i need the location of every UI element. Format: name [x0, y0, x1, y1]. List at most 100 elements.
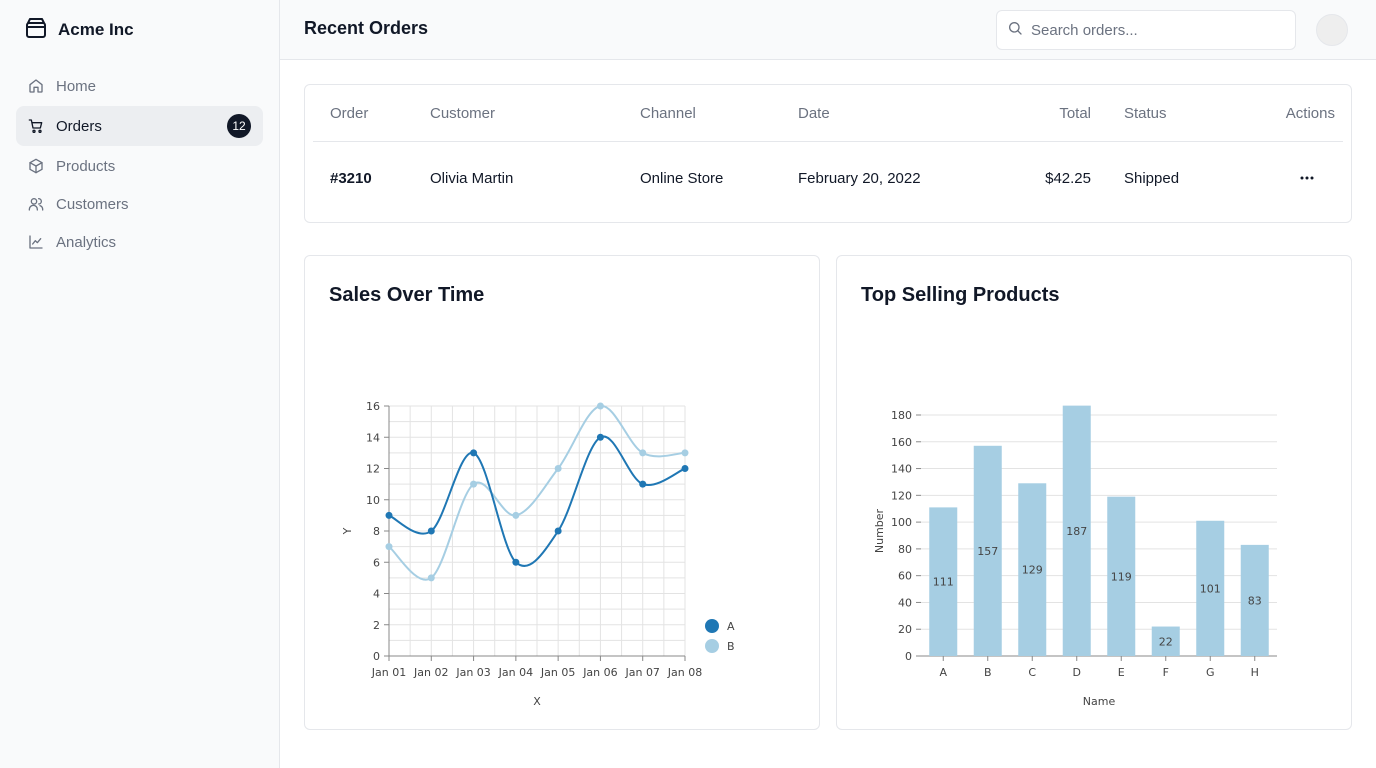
data-point-B	[639, 449, 647, 457]
column-header-customer[interactable]: Customer	[430, 85, 495, 141]
y-tick-label: 80	[898, 543, 912, 556]
y-tick-label: 0	[373, 650, 380, 663]
data-point-A	[639, 480, 647, 488]
sidebar-item-analytics[interactable]: Analytics	[16, 224, 263, 260]
x-tick-label: H	[1251, 666, 1259, 679]
data-point-B	[427, 574, 435, 582]
sidebar-item-customers[interactable]: Customers	[16, 186, 263, 222]
row-actions	[1293, 142, 1335, 214]
order-id: #3210	[330, 169, 372, 187]
x-tick-label: A	[939, 666, 947, 679]
sidebar-item-home[interactable]: Home	[16, 68, 263, 104]
bar-value-label: 129	[1022, 564, 1043, 577]
x-tick-label: E	[1118, 666, 1125, 679]
column-header-date[interactable]: Date	[798, 85, 830, 141]
data-point-A	[427, 527, 435, 535]
more-actions-button[interactable]	[1293, 164, 1321, 192]
sidebar-item-label: Analytics	[56, 233, 117, 251]
bar-value-label: 101	[1200, 582, 1221, 595]
y-tick-label: 16	[366, 400, 380, 413]
x-tick-label: B	[984, 666, 992, 679]
column-header-channel[interactable]: Channel	[640, 85, 696, 141]
y-axis-label: Y	[341, 527, 354, 535]
y-tick-label: 10	[366, 494, 380, 507]
data-point-B	[385, 543, 393, 551]
x-tick-label: Jan 01	[371, 666, 406, 679]
search-box[interactable]	[996, 10, 1296, 50]
y-tick-label: 2	[373, 619, 380, 632]
y-tick-label: 60	[898, 570, 912, 583]
x-tick-label: G	[1206, 666, 1215, 679]
y-tick-label: 100	[891, 516, 912, 529]
orders-table: Order Customer Channel Date Total Status…	[304, 84, 1352, 223]
x-axis-label: Name	[1083, 695, 1116, 708]
brand[interactable]: Acme Inc	[24, 17, 134, 42]
y-tick-label: 12	[366, 463, 380, 476]
sidebar-item-orders[interactable]: Orders 12	[16, 106, 263, 146]
search-icon	[1007, 20, 1023, 41]
y-tick-label: 0	[905, 650, 912, 663]
x-tick-label: F	[1163, 666, 1169, 679]
x-tick-label: Jan 03	[455, 666, 490, 679]
customer-name: Olivia Martin	[430, 169, 514, 187]
x-tick-label: D	[1073, 666, 1081, 679]
bar-value-label: 157	[977, 545, 998, 558]
bar-value-label: 187	[1066, 525, 1087, 538]
data-point-B	[512, 511, 520, 519]
page-title: Recent Orders	[304, 18, 429, 38]
home-icon	[28, 78, 44, 94]
sales-over-time-card: Sales Over Time 0 2 4 6 8 10 12 14 16 Jan 01 Jan 0…	[304, 255, 820, 730]
column-header-total[interactable]: Total	[1059, 85, 1091, 141]
products-bar-chart: 0 20 40 60 80 100 120 140 160 180 111 A 157 B 129 C 187 D…	[873, 405, 1277, 708]
x-tick-label: Jan 05	[540, 666, 575, 679]
sidebar-item-label: Home	[56, 77, 97, 95]
bar-value-label: 83	[1248, 594, 1262, 607]
brand-name: Acme Inc	[58, 20, 134, 39]
legend-marker-A	[705, 619, 719, 633]
data-point-A	[470, 449, 478, 457]
data-point-A	[385, 511, 393, 519]
top-header: Recent Orders	[280, 0, 1376, 60]
x-tick-label: Jan 08	[667, 666, 702, 679]
box-icon	[28, 158, 44, 174]
data-point-A	[512, 558, 520, 566]
y-tick-label: 120	[891, 489, 912, 502]
y-tick-label: 6	[373, 556, 380, 569]
x-axis-label: X	[533, 695, 541, 708]
column-header-status[interactable]: Status	[1124, 85, 1167, 141]
y-tick-label: 140	[891, 463, 912, 476]
y-tick-label: 180	[891, 409, 912, 422]
order-channel: Online Store	[640, 169, 724, 187]
y-tick-label: 40	[898, 596, 912, 609]
search-input[interactable]	[1031, 21, 1271, 39]
x-tick-label: Jan 07	[624, 666, 659, 679]
x-tick-label: Jan 02	[413, 666, 448, 679]
x-tick-label: Jan 06	[582, 666, 617, 679]
top-selling-products-card: Top Selling Products 0 20 40 60 80 100 120 140 1…	[836, 255, 1352, 730]
sidebar-item-label: Products	[56, 157, 116, 175]
y-tick-label: 20	[898, 623, 912, 636]
data-point-A	[554, 527, 562, 535]
cart-icon	[28, 118, 44, 134]
x-tick-label: Jan 04	[498, 666, 533, 679]
sidebar-item-products[interactable]: Products	[16, 148, 263, 184]
data-point-B	[470, 480, 478, 488]
data-point-A	[681, 465, 689, 472]
bar-value-label: 111	[933, 576, 954, 589]
table-row[interactable]: #3210 Olivia Martin Online Store Februar…	[313, 142, 1343, 214]
column-header-actions: Actions	[1285, 104, 1335, 122]
y-axis-label: Number	[873, 508, 886, 553]
column-header-order[interactable]: Order	[330, 85, 368, 141]
users-icon	[28, 196, 44, 212]
user-avatar[interactable]	[1316, 14, 1348, 46]
sidebar-item-label: Orders	[56, 117, 102, 135]
order-status: Shipped	[1124, 169, 1180, 187]
data-point-B	[554, 465, 562, 472]
sidebar-nav: Home Orders 12 Products Customers Analyt…	[16, 68, 263, 262]
y-tick-label: 4	[373, 588, 380, 601]
order-total: $42.25	[1045, 169, 1091, 187]
legend-label: A	[727, 620, 735, 633]
bar-value-label: 119	[1111, 570, 1132, 583]
data-point-A	[596, 433, 604, 441]
line-chart-icon	[28, 234, 44, 250]
